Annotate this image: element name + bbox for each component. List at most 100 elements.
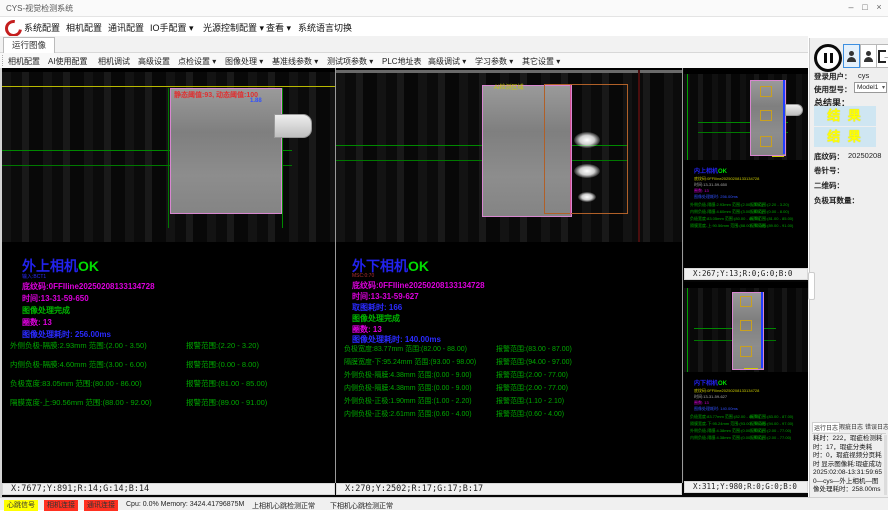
menu-language-switch[interactable]: 系统语言切换 xyxy=(298,21,352,34)
time-line: 时间:13-31-59-650 xyxy=(22,293,89,304)
measure-row: 内侧负极-隔膜:4.38mm 范围:(0.00 - 9.00) xyxy=(344,383,472,393)
login-user-button[interactable] xyxy=(843,44,860,68)
tool-baseline-params[interactable]: 基准线参数 ▾ xyxy=(272,56,318,67)
tool-spot-check[interactable]: 点检设置 ▾ xyxy=(178,56,216,67)
magenta-edge-line xyxy=(570,85,571,215)
log-tab-strip: 运行日志 瑕疵日志 错误日志 xyxy=(812,422,886,434)
measure-row: 隔膜宽度-上:90.56mm 范围:(88.00 - 92.00) xyxy=(10,397,152,408)
alarm-range: 报警范围:(2.00 - 77.00) xyxy=(496,383,568,393)
process-done-line: 图像处理完成 xyxy=(22,305,70,316)
alarm-range: 报警范围:(1.10 - 2.10) xyxy=(496,396,564,406)
tool-other-settings[interactable]: 其它设置 ▾ xyxy=(522,56,560,67)
log-scrollbar[interactable] xyxy=(884,435,887,495)
tool-camera-debug[interactable]: 相机调试 xyxy=(98,56,130,67)
right-control-panel: → 登录用户： cys 使用型号： Model1 ▾ 总结果： 结 果 结 果 … xyxy=(809,38,888,510)
turns-line: 圈数: 13 xyxy=(22,317,52,328)
green-edge-line xyxy=(282,88,283,228)
measure-row: 外侧负极-正极:1.90mm 范围:(1.00 - 2.20) xyxy=(344,396,472,406)
exit-button[interactable]: → xyxy=(876,44,888,68)
alarm-range: 报警范围:(0.60 - 4.00) xyxy=(496,409,564,419)
chevron-down-icon: ▾ xyxy=(882,83,885,93)
camera-status-ok: OK xyxy=(78,258,99,274)
login-user-value: cys xyxy=(858,71,869,80)
splitter-handle[interactable] xyxy=(808,272,815,300)
mini-elapsed-line: 图像处理耗时: 140.00ms xyxy=(694,406,738,412)
tool-learn-params[interactable]: 学习参数 ▾ xyxy=(475,56,513,67)
left-camera-subtitle: 输入:BCT1 xyxy=(22,273,46,280)
measure-row: 外侧负极-隔膜:2.93mm 范围:(2.00 - 3.50) xyxy=(10,340,147,351)
menu-system-config[interactable]: 系统配置 xyxy=(24,21,60,34)
log-tab-error[interactable]: 错误日志 xyxy=(865,422,888,431)
tool-ai-config[interactable]: AI使用配置 xyxy=(48,56,88,67)
measure-row: 隔膜宽度-下:95.24mm 范围:(93.00 - 98.00) xyxy=(344,357,476,367)
barcode-line: 底纹码:0FFIline20250208133134728 xyxy=(352,280,485,291)
alarm-range: 报警范围:(94.00 - 97.00) xyxy=(496,357,572,367)
time-line: 时间:13-31-59-627 xyxy=(352,291,419,302)
tool-test-params[interactable]: 测试项参数 ▾ xyxy=(327,56,373,67)
dark-red-line xyxy=(638,70,640,242)
heartbeat-badge: 心跳信号 xyxy=(4,500,38,511)
switch-user-button[interactable] xyxy=(860,44,877,68)
camera-status-ok: OK xyxy=(718,381,727,387)
log-tab-run[interactable]: 运行日志 xyxy=(812,422,840,432)
camera-name: 外上相机 xyxy=(22,258,78,274)
close-button[interactable]: × xyxy=(872,2,886,12)
camera-status-ok: OK xyxy=(408,258,429,274)
mini-alarm-range: 报警范围:(2.20 - 3.20) xyxy=(750,202,789,208)
menu-io-config[interactable]: IO手配置 ▾ xyxy=(150,21,194,34)
camera-name: 内下相机 xyxy=(694,381,718,387)
detect-marker xyxy=(740,296,752,307)
pause-button[interactable] xyxy=(814,44,842,72)
result-box-lower: 结 果 xyxy=(814,127,876,147)
tool-plc-address[interactable]: PLC地址表 xyxy=(382,56,422,67)
mini-alarm-range: 报警范围:(0.00 - 8.00) xyxy=(750,209,789,215)
measure-row: 负极宽度:83.77mm 范围:(82.00 - 88.00) xyxy=(344,344,467,354)
small-bottom-image xyxy=(684,288,808,372)
model-select[interactable]: Model1 ▾ xyxy=(854,82,887,93)
minimize-button[interactable]: – xyxy=(844,2,858,12)
workpiece-region xyxy=(170,88,282,214)
menu-view[interactable]: 查看 ▾ xyxy=(266,21,291,34)
mini-alarm-range: 报警范围:(2.00 - 77.00) xyxy=(750,435,791,441)
title-bar: CYS-视觉检测系统 – □ × xyxy=(0,0,888,17)
tool-image-process[interactable]: 图像处理 ▾ xyxy=(225,56,263,67)
camera-status-ok: OK xyxy=(718,169,727,175)
tool-advanced-debug[interactable]: 高级调试 ▾ xyxy=(428,56,466,67)
menu-comm-config[interactable]: 通讯配置 xyxy=(108,21,144,34)
batch-code-value: 20250208 xyxy=(848,151,881,160)
model-label: 使用型号： xyxy=(814,84,852,95)
measure-row: 外侧负极-隔膜:4.38mm 范围:(0.00 - 9.00) xyxy=(344,370,472,380)
detect-marker xyxy=(760,86,772,97)
pause-icon xyxy=(830,53,833,63)
green-edge-line xyxy=(687,74,688,160)
elapsed-line: 图像处理耗时: 256.00ms xyxy=(22,329,111,340)
cpu-memory-status: Cpu: 0.0% Memory: 3424.41796875M xyxy=(126,501,244,508)
comm-link-badge: 通讯连接 xyxy=(84,500,118,511)
tool-advanced-setting[interactable]: 高级设置 xyxy=(138,56,170,67)
log-tab-defect[interactable]: 瑕疵日志 xyxy=(839,422,863,431)
tab-count-label: 负极耳数量： xyxy=(814,195,859,206)
left-coordinate-bar: X:7677;Y:891;R:14;G:14;B:14 xyxy=(2,483,335,495)
small-bottom-coordinate-bar: X:311;Y:980;R:0;G:0;B:0 xyxy=(684,481,808,493)
mini-alarm-range: 报警范围:(81.00 - 85.00) xyxy=(750,216,793,222)
alarm-range: 报警范围:(2.00 - 77.00) xyxy=(496,370,568,380)
log-text: 耗时：222，瑕疵检测耗时：17，瑕疵分类耗时：0，瑕疵视频分页耗时 显示图像耗… xyxy=(813,435,883,495)
yellow-marker xyxy=(744,368,758,369)
toolbar: 相机配置 AI使用配置 相机调试 高级设置 点检设置 ▾ 图像处理 ▾ 基准线参… xyxy=(0,53,808,69)
mini-alarm-range: 报警范围:(83.00 - 87.00) xyxy=(750,414,793,420)
tool-camera-config[interactable]: 相机配置 xyxy=(8,56,40,67)
measure-row: 负极宽度:83.05mm 范围:(80.00 - 86.00) xyxy=(10,378,142,389)
upper-camera-heartbeat-msg: 上相机心跳检测正常 xyxy=(252,501,315,511)
center-coordinate-bar: X:270;Y:2502;R:17;G:17;B:17 xyxy=(336,483,682,495)
login-user-label: 登录用户： xyxy=(814,71,852,82)
menu-camera-config[interactable]: 相机配置 xyxy=(66,21,102,34)
panel-separator xyxy=(682,68,683,483)
small-top-image xyxy=(684,74,808,160)
blue-edge-line xyxy=(783,80,785,154)
menu-light-config[interactable]: 光源控制配置 ▾ xyxy=(203,21,264,34)
measure-row: 内侧负极-隔膜:4.60mm 范围:(3.00 - 6.00) xyxy=(10,359,147,370)
tab-run-image[interactable]: 运行图像 xyxy=(3,37,55,53)
window-title: CYS-视觉检测系统 xyxy=(6,3,73,14)
maximize-button[interactable]: □ xyxy=(858,2,872,12)
user-icon xyxy=(847,51,856,62)
